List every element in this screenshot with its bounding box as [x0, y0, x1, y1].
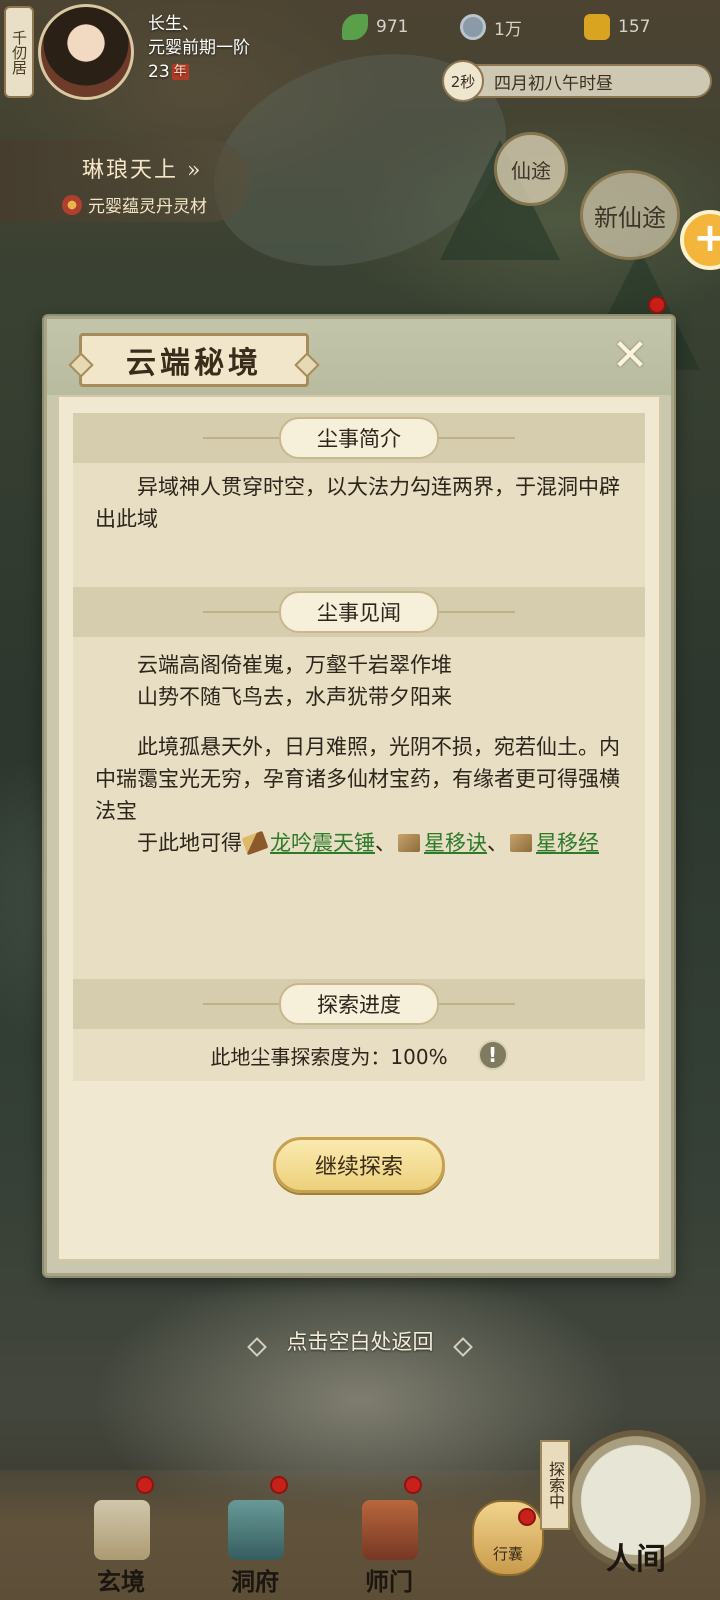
- event-title-text: 琳琅天上: [82, 158, 179, 183]
- strength-icon: [584, 14, 610, 40]
- player-info: 长生、 元婴前期一阶 23 年: [148, 12, 250, 84]
- section-lore-header: 尘事见闻: [73, 587, 645, 637]
- notification-dot: [270, 1476, 288, 1494]
- player-realm: 元婴前期一阶: [148, 38, 250, 58]
- notification-dot: [518, 1508, 536, 1526]
- lore-description: 此境孤悬天外，日月难照，光阴不损，宛若仙土。内中瑞霭宝光无穷，孕育诸多仙材宝药，…: [95, 735, 620, 823]
- notification-dot: [404, 1476, 422, 1494]
- resource-coin[interactable]: 1万: [460, 14, 522, 40]
- xiantu-badge[interactable]: 仙途: [494, 132, 568, 206]
- resource-leaf-value: 971: [376, 17, 409, 37]
- nav-shimen[interactable]: 师门: [334, 1490, 444, 1600]
- player-age-value: 23: [148, 62, 170, 82]
- item-link-xingyi-jue[interactable]: 星移诀: [424, 831, 487, 855]
- new-xiantu-badge[interactable]: 新仙途: [580, 170, 680, 260]
- leaf-icon: [342, 14, 368, 40]
- info-icon[interactable]: !: [477, 1040, 508, 1070]
- renjian-label: 人间: [606, 1542, 666, 1577]
- obtainable-items: 于此地可得 龙吟震天锤、 星移诀、 星移经: [95, 827, 623, 859]
- secret-realm-modal: 云端秘境 ✕ 尘事简介 异域神人贯穿时空，以大法力勾连两界，于混洞中辟出此域 尘…: [44, 316, 674, 1276]
- time-speed[interactable]: 2秒: [442, 60, 484, 102]
- coin-icon: [460, 14, 486, 40]
- chevron-right-icon: »: [187, 158, 203, 183]
- section-intro-body: 异域神人贯穿时空，以大法力勾连两界，于混洞中辟出此域: [73, 463, 645, 587]
- event-subtitle-text: 元婴蕴灵丹灵材: [88, 197, 207, 217]
- nav-dongfu-label: 洞府: [231, 1567, 279, 1596]
- section-lore-label: 尘事见闻: [279, 591, 439, 633]
- scroll-icon: [94, 1500, 150, 1560]
- game-time-bar[interactable]: 2秒 四月初八午时昼: [442, 60, 712, 102]
- player-avatar[interactable]: [38, 4, 134, 100]
- poem-line-1: 云端高阁倚崔嵬，万壑千岩翠作堆: [137, 653, 452, 677]
- modal-header: 云端秘境 ✕: [47, 319, 671, 395]
- section-progress-label: 探索进度: [279, 983, 439, 1025]
- nav-shimen-label: 师门: [365, 1567, 413, 1596]
- nav-dongfu[interactable]: 洞府: [200, 1490, 310, 1600]
- banner-icon: [362, 1500, 418, 1560]
- poem-line-2: 山势不随飞鸟去，水声犹带夕阳来: [137, 685, 452, 709]
- progress-text: 此地尘事探索度为：100%: [210, 1044, 448, 1069]
- exploring-status-tag: 探索中: [540, 1440, 570, 1530]
- modal-title: 云端秘境: [79, 333, 309, 387]
- notification-dot: [648, 296, 666, 314]
- resource-leaf[interactable]: 971: [342, 14, 408, 40]
- separator: 、: [487, 831, 508, 855]
- flower-icon: [62, 194, 82, 215]
- section-progress-header: 探索进度: [73, 979, 645, 1029]
- event-title[interactable]: 琳琅天上 »: [82, 152, 202, 184]
- close-icon[interactable]: ✕: [607, 333, 653, 379]
- player-name: 长生、: [148, 14, 199, 34]
- section-lore-body: 云端高阁倚崔嵬，万壑千岩翠作堆 山势不随飞鸟去，水声犹带夕阳来 此境孤悬天外，日…: [73, 637, 645, 979]
- notification-dot: [136, 1476, 154, 1494]
- modal-content: 尘事简介 异域神人贯穿时空，以大法力勾连两界，于混洞中辟出此域 尘事见闻 云端高…: [57, 395, 661, 1261]
- progress-row: 此地尘事探索度为：100% !: [73, 1029, 645, 1081]
- item-link-hammer[interactable]: 龙吟震天锤: [270, 831, 375, 855]
- resource-strength-value: 157: [618, 17, 651, 37]
- scroll-icon: [510, 834, 532, 852]
- section-intro-header: 尘事简介: [73, 413, 645, 463]
- intro-text: 异域神人贯穿时空，以大法力勾连两界，于混洞中辟出此域: [95, 475, 620, 531]
- tap-to-return-hint[interactable]: 点击空白处返回: [0, 1326, 720, 1356]
- resource-strength[interactable]: 157: [584, 14, 650, 40]
- continue-explore-button[interactable]: 继续探索: [273, 1137, 445, 1193]
- age-unit-badge: 年: [171, 64, 189, 80]
- nav-xuanjing-label: 玄境: [97, 1567, 145, 1596]
- event-subtitle: 元婴蕴灵丹灵材: [62, 192, 207, 217]
- item-link-xingyi-jing[interactable]: 星移经: [536, 831, 599, 855]
- scroll-icon: [398, 834, 420, 852]
- game-time-label: 四月初八午时昼: [494, 73, 613, 94]
- nav-xuanjing[interactable]: 玄境: [66, 1490, 176, 1600]
- residence-tab[interactable]: 千仞居: [4, 6, 34, 98]
- hammer-icon: [241, 830, 269, 856]
- separator: 、: [375, 831, 396, 855]
- bag-label: 行囊: [492, 1545, 523, 1563]
- obtain-prefix: 于此地可得: [137, 831, 242, 855]
- section-intro-label: 尘事简介: [279, 417, 439, 459]
- player-age: 23 年: [148, 60, 250, 84]
- pavilion-icon: [228, 1500, 284, 1560]
- resource-coin-value: 1万: [494, 19, 522, 40]
